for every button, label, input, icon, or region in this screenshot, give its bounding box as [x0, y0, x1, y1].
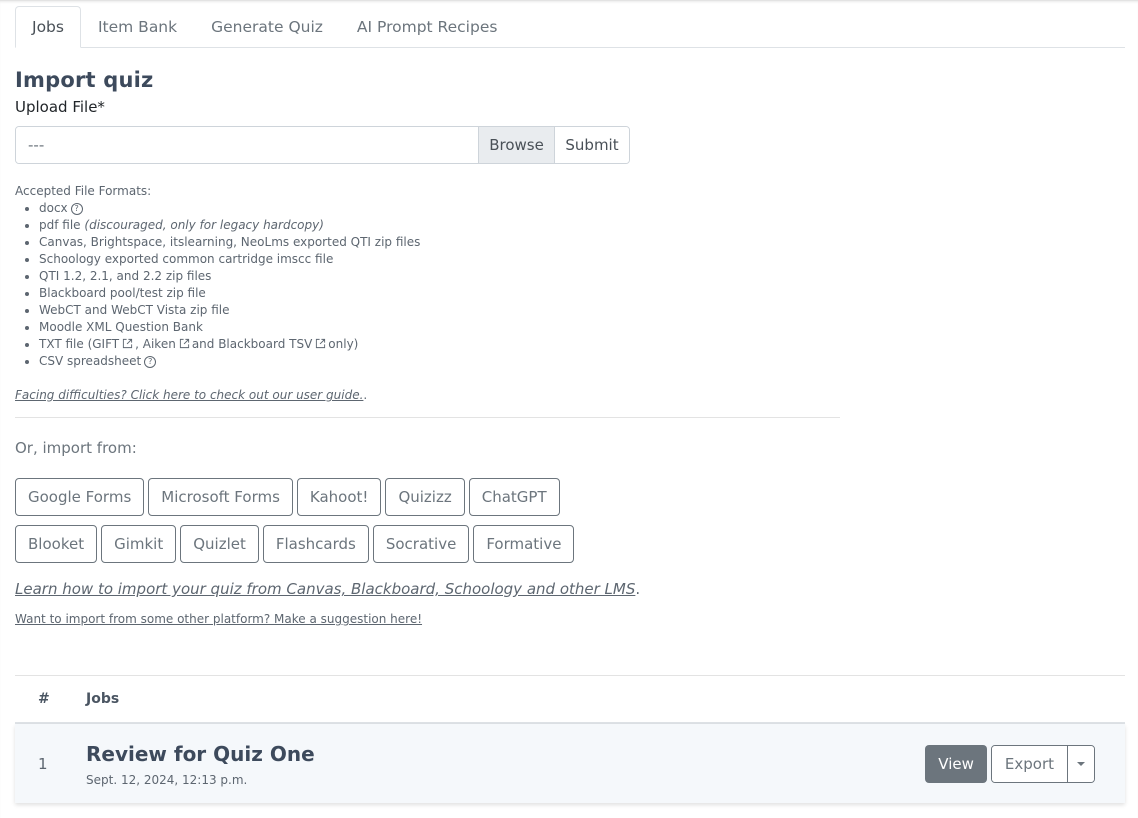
format-blackboard: Blackboard pool/test zip file — [39, 285, 1125, 302]
import-kahoot-button[interactable]: Kahoot! — [296, 478, 382, 516]
upload-file-label: Upload File* — [15, 98, 105, 116]
tab-item-bank[interactable]: Item Bank — [81, 6, 194, 48]
tab-generate-quiz[interactable]: Generate Quiz — [194, 6, 340, 48]
column-header-jobs: Jobs — [86, 691, 120, 707]
format-label: CSV spreadsheet — [39, 354, 142, 368]
format-qti: QTI 1.2, 2.1, and 2.2 zip files — [39, 268, 1125, 285]
suggestion: Want to import from some other platform?… — [15, 612, 1125, 626]
format-pdf: pdf file (discouraged, only for legacy h… — [39, 217, 1125, 234]
formats-list: docx? pdf file (discouraged, only for le… — [15, 200, 1125, 370]
import-microsoft-forms-button[interactable]: Microsoft Forms — [148, 478, 293, 516]
format-label: and Blackboard TSV — [191, 337, 313, 351]
browse-button[interactable]: Browse — [478, 127, 554, 163]
import-flashcards-button[interactable]: Flashcards — [262, 525, 369, 563]
accepted-formats: Accepted File Formats: docx? pdf file (d… — [15, 183, 1125, 370]
job-actions: View Export — [925, 744, 1095, 783]
format-csv: CSV spreadsheet? — [39, 353, 1125, 370]
import-chatgpt-button[interactable]: ChatGPT — [468, 478, 560, 516]
submit-button[interactable]: Submit — [554, 127, 629, 163]
export-button-group: Export — [990, 744, 1095, 783]
platform-buttons-row-1: Google Forms Microsoft Forms Kahoot! Qui… — [15, 478, 1125, 516]
import-quizlet-button[interactable]: Quizlet — [180, 525, 259, 563]
format-label: , Aiken — [135, 337, 176, 351]
view-button[interactable]: View — [925, 744, 987, 783]
divider — [15, 417, 840, 418]
format-moodle: Moodle XML Question Bank — [39, 319, 1125, 336]
help-icon[interactable]: ? — [144, 356, 157, 368]
job-title: Review for Quiz One — [86, 741, 315, 766]
or-import-label: Or, import from: — [15, 439, 137, 457]
job-info: Review for Quiz One Sept. 12, 2024, 12:1… — [86, 741, 925, 787]
lms-suffix: . — [635, 580, 641, 598]
export-button[interactable]: Export — [991, 745, 1067, 782]
help-icon[interactable]: ? — [70, 203, 83, 215]
platform-buttons-row-2: Blooket Gimkit Quizlet Flashcards Socrat… — [15, 525, 1125, 563]
caret-down-icon — [1077, 761, 1085, 766]
guide-suffix: . — [363, 388, 368, 402]
import-blooket-button[interactable]: Blooket — [15, 525, 98, 563]
formats-heading: Accepted File Formats: — [15, 184, 152, 198]
format-label: only) — [328, 337, 359, 351]
user-guide-link[interactable]: Facing difficulties? Click here to check… — [15, 388, 363, 402]
export-dropdown-toggle[interactable] — [1067, 745, 1094, 782]
suggest-platform-link[interactable]: Want to import from some other platform?… — [15, 612, 422, 626]
page-title: Import quiz — [15, 68, 154, 92]
format-label: pdf file — [39, 218, 81, 232]
import-google-forms-button[interactable]: Google Forms — [15, 478, 145, 516]
external-link-icon[interactable] — [122, 338, 133, 349]
format-canvas: Canvas, Brightspace, itslearning, NeoLms… — [39, 234, 1125, 251]
job-number: 1 — [38, 754, 48, 773]
jobs-table-header: # Jobs — [15, 675, 1125, 724]
tab-ai-prompt-recipes[interactable]: AI Prompt Recipes — [340, 6, 515, 48]
format-schoology: Schoology exported common cartridge imsc… — [39, 251, 1125, 268]
tab-jobs[interactable]: Jobs — [15, 6, 81, 48]
format-docx: docx? — [39, 200, 1125, 217]
column-header-number: # — [38, 691, 50, 707]
upload-file-input[interactable] — [16, 127, 478, 163]
jobs-table: # Jobs 1 Review for Quiz One Sept. 12, 2… — [15, 675, 1125, 803]
format-webct: WebCT and WebCT Vista zip file — [39, 302, 1125, 319]
lms-import-help: Learn how to import your quiz from Canva… — [15, 580, 1125, 598]
format-note: (discouraged, only for legacy hardcopy) — [84, 218, 324, 232]
format-label: docx — [39, 201, 68, 215]
upload-file-group: Browse Submit — [15, 126, 630, 164]
external-link-icon[interactable] — [315, 338, 326, 349]
external-link-icon[interactable] — [179, 338, 190, 349]
nav-tabs: Jobs Item Bank Generate Quiz AI Prompt R… — [15, 6, 1125, 48]
import-quizizz-button[interactable]: Quizizz — [385, 478, 465, 516]
job-date: Sept. 12, 2024, 12:13 p.m. — [86, 772, 248, 787]
import-formative-button[interactable]: Formative — [473, 525, 575, 563]
lms-import-link[interactable]: Learn how to import your quiz from Canva… — [15, 580, 635, 598]
format-txt: TXT file (GIFT , Aiken and Blackboard TSV o… — [39, 336, 1125, 353]
table-row: 1 Review for Quiz One Sept. 12, 2024, 12… — [15, 724, 1125, 803]
import-socrative-button[interactable]: Socrative — [372, 525, 470, 563]
format-label: TXT file (GIFT — [39, 337, 120, 351]
import-gimkit-button[interactable]: Gimkit — [101, 525, 177, 563]
